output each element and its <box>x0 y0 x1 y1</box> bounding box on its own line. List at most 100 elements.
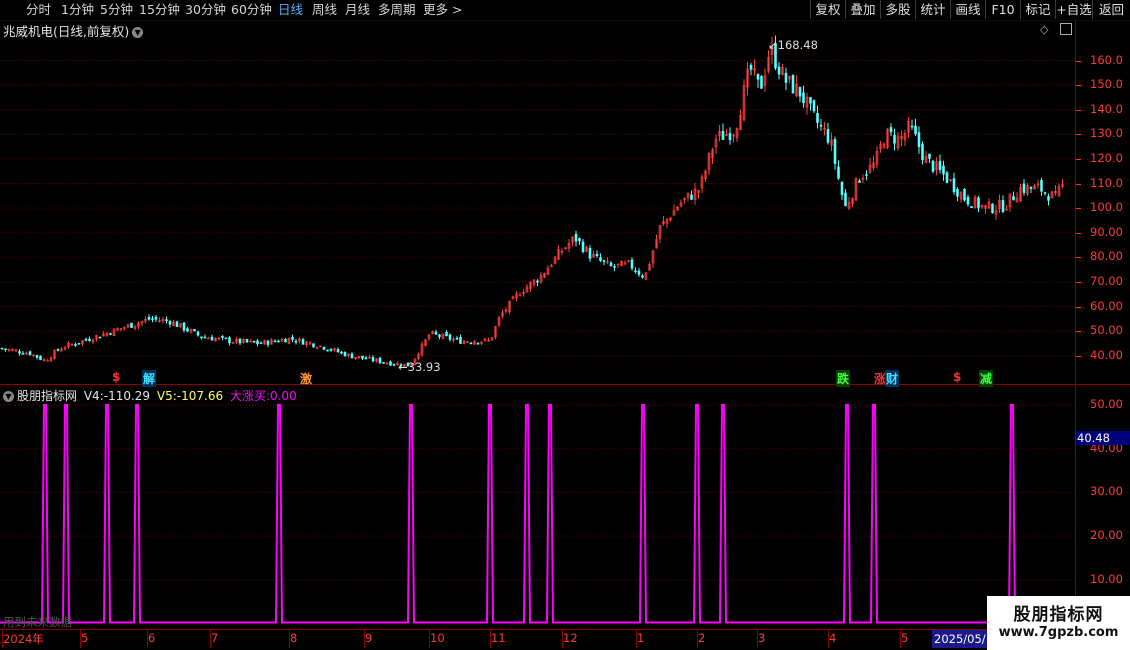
candle-body <box>609 262 613 267</box>
candle-body <box>154 316 158 320</box>
price-tick-label: 160.0 <box>1090 52 1123 67</box>
candle-body <box>1022 183 1026 193</box>
candle-body <box>445 332 448 337</box>
candle-body <box>641 275 644 278</box>
indicator-title[interactable]: ▼ 股朋指标网 V4:-110.29 V5:-107.66 大涨买:0.00 <box>3 387 297 404</box>
candle-body <box>326 349 329 352</box>
panel-divider <box>0 384 1130 385</box>
candle-body <box>1001 200 1005 213</box>
candle-body <box>350 353 354 359</box>
date-highlight: 2025/05/ <box>932 630 988 648</box>
price-tick <box>1076 183 1081 185</box>
candle-body <box>910 125 914 128</box>
indicator-tick-label: 30.00 <box>1090 484 1123 499</box>
date-tick <box>562 630 563 648</box>
candle-body <box>56 349 60 351</box>
candle-body <box>200 336 203 339</box>
candle-body <box>963 189 966 201</box>
price-axis-border <box>1075 20 1076 630</box>
date-tick <box>364 630 365 648</box>
price-tick-label: 40.00 <box>1090 347 1123 362</box>
date-tick-label: 11 <box>491 631 506 645</box>
candlestick-series <box>0 35 1064 368</box>
price-tick <box>1076 281 1081 283</box>
candle-body <box>46 360 49 362</box>
date-tick-label: 6 <box>148 631 156 645</box>
price-tick <box>1076 158 1081 160</box>
candle-body <box>182 322 186 331</box>
date-tick-label: 12 <box>563 631 578 645</box>
candle-body <box>284 339 287 343</box>
date-tick-label: 8 <box>290 631 298 645</box>
candle-body <box>455 337 459 340</box>
candle-body <box>151 318 154 320</box>
candle-body <box>175 321 179 327</box>
candle-body <box>18 351 21 354</box>
price-tick-label: 100.0 <box>1090 200 1123 215</box>
candle-body <box>802 92 805 104</box>
date-tick-label: 10 <box>430 631 445 645</box>
price-tick <box>1076 331 1081 333</box>
candle-body <box>39 355 42 360</box>
candle-body <box>889 127 893 133</box>
candle-body <box>777 66 781 75</box>
candle-body <box>952 178 956 193</box>
candle-body <box>1047 196 1050 201</box>
candle-body <box>147 317 151 320</box>
price-tick-label: 90.00 <box>1090 224 1123 239</box>
candle-body <box>791 74 795 94</box>
date-tick <box>80 630 81 648</box>
candle-body <box>921 143 924 161</box>
watermark-title: 股朋指标网 <box>1013 605 1104 625</box>
candle-body <box>277 340 280 343</box>
candle-body <box>833 139 837 164</box>
candle-body <box>378 357 382 364</box>
candle-body <box>88 338 91 342</box>
chevron-down-icon[interactable]: ▼ <box>3 391 14 402</box>
candle-body <box>343 352 347 357</box>
candle-body <box>970 206 973 208</box>
price-tick <box>1076 208 1081 210</box>
candle-body <box>966 196 970 205</box>
candle-body <box>448 334 452 340</box>
candle-body <box>844 192 847 207</box>
watermark-url: www.7gpzb.com <box>998 625 1119 640</box>
price-tick-label: 110.0 <box>1090 175 1123 190</box>
candle-body <box>312 343 315 348</box>
candle-body <box>938 160 942 170</box>
v5-value: -107.66 <box>176 389 224 403</box>
date-tick-label: 2 <box>698 631 706 645</box>
high-price-label: ↙168.48 <box>768 38 818 52</box>
low-price-label: ←33.93 <box>398 360 441 374</box>
price-tick-label: 140.0 <box>1090 101 1123 116</box>
candle-body <box>186 328 189 332</box>
candle-body <box>438 334 441 337</box>
candle-body <box>1040 179 1043 192</box>
price-tick-label: 80.00 <box>1090 249 1123 264</box>
chart-canvas <box>0 35 1075 624</box>
candle-body <box>221 335 224 338</box>
candle-body <box>382 362 385 364</box>
candle-body <box>371 357 375 362</box>
candle-body <box>98 336 102 339</box>
candle-body <box>819 124 823 127</box>
watermark: 股朋指标网 www.7gpzb.com <box>987 596 1130 650</box>
candle-body <box>210 336 214 341</box>
candle-body <box>77 343 81 345</box>
candle-body <box>749 64 753 70</box>
date-tick <box>147 630 148 648</box>
date-tick-label: 2024年 <box>3 632 44 646</box>
signal-marker: 激 <box>300 372 313 386</box>
date-tick <box>828 630 829 648</box>
candle-body <box>459 336 462 344</box>
date-tick <box>210 630 211 648</box>
date-tick-label: 7 <box>211 631 219 645</box>
candle-body <box>630 259 634 269</box>
candle-body <box>914 125 917 135</box>
candle-body <box>536 280 539 283</box>
price-tick <box>1076 232 1081 234</box>
candle-body <box>109 333 112 335</box>
candle-body <box>256 340 259 345</box>
date-tick <box>900 630 901 648</box>
candle-body <box>273 340 277 343</box>
